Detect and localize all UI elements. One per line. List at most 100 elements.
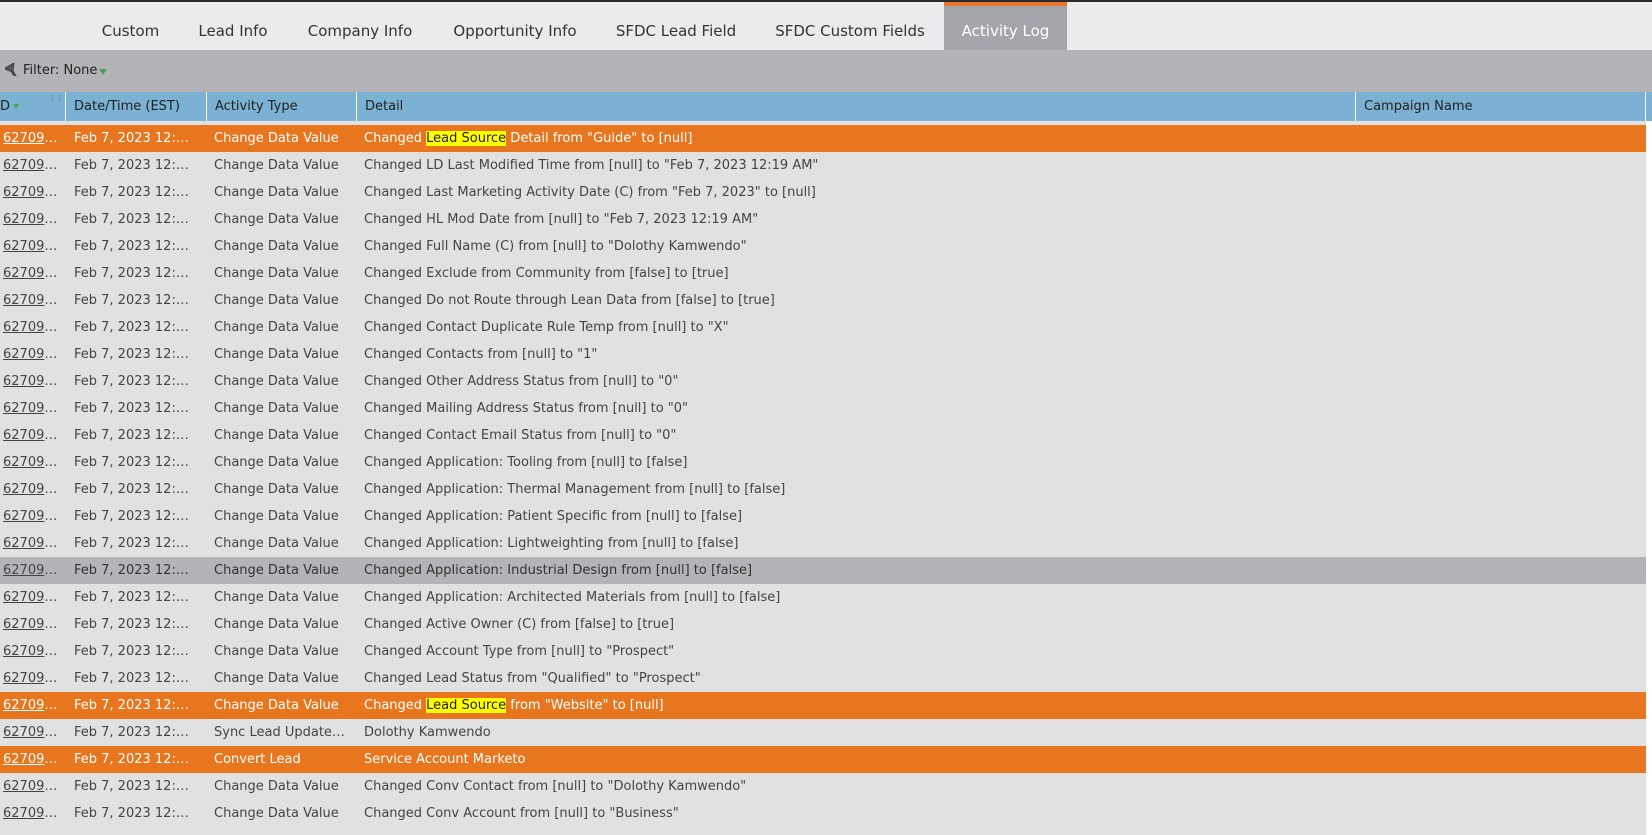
column-header-campaign-name[interactable]: Campaign Name bbox=[1356, 92, 1646, 121]
table-row[interactable]: 62709470 Feb 7, 2023 12:23 ... Change Data… bbox=[0, 422, 1646, 449]
table-row[interactable]: 62709476 Feb 7, 2023 12:23 ... Change Data… bbox=[0, 260, 1646, 287]
tab-opportunity-info[interactable]: Opportunity Info bbox=[434, 2, 596, 50]
row-datetime: Feb 7, 2023 12:23 ... bbox=[74, 698, 196, 713]
table-row[interactable]: 62709473 Feb 7, 2023 12:23 ... Change Data… bbox=[0, 341, 1646, 368]
row-id-link[interactable]: 62709469 bbox=[3, 449, 63, 476]
row-detail-text: Changed Active Owner (C) from [false] to… bbox=[364, 617, 675, 632]
row-id-link[interactable]: 62709466 bbox=[3, 530, 63, 557]
row-datetime: Feb 7, 2023 12:23 ... bbox=[74, 131, 196, 146]
table-row[interactable]: 62709436 Feb 7, 2023 12:23 ... Change Data… bbox=[0, 773, 1646, 800]
row-campaign-name bbox=[1364, 584, 1644, 611]
row-activity-type: Convert Lead bbox=[214, 752, 301, 767]
column-header-datetime[interactable]: Date/Time (EST) bbox=[66, 92, 207, 121]
table-row[interactable]: 62709478 Feb 7, 2023 12:23 ... Change Data… bbox=[0, 206, 1646, 233]
table-row[interactable]: 62709480 Feb 7, 2023 12:23 ... Change Data… bbox=[0, 152, 1646, 179]
table-row[interactable]: 62709465 Feb 7, 2023 12:23 ... Change Data… bbox=[0, 557, 1646, 584]
row-datetime: Feb 7, 2023 12:23 ... bbox=[74, 644, 196, 659]
table-row[interactable]: 62709474 Feb 7, 2023 12:23 ... Change Data… bbox=[0, 314, 1646, 341]
row-id-link[interactable]: 62709471 bbox=[3, 395, 63, 422]
row-id-link[interactable]: 62709460 bbox=[3, 692, 63, 719]
table-row[interactable]: 62709438 Feb 7, 2023 12:23 ... Convert Lea… bbox=[0, 746, 1646, 773]
table-row[interactable]: 62709461 Feb 7, 2023 12:23 ... Change Data… bbox=[0, 665, 1646, 692]
table-row[interactable]: 62709434 Feb 7, 2023 12:23 ... Change Data… bbox=[0, 800, 1646, 827]
tab-activity-log[interactable]: Activity Log bbox=[944, 2, 1067, 50]
row-id-link[interactable]: 62709472 bbox=[3, 368, 63, 395]
filter-bar: Filter: None bbox=[0, 50, 1652, 92]
table-row[interactable]: 62709477 Feb 7, 2023 12:23 ... Change Data… bbox=[0, 233, 1646, 260]
row-campaign-name bbox=[1364, 368, 1644, 395]
table-row[interactable]: 62709469 Feb 7, 2023 12:23 ... Change Data… bbox=[0, 449, 1646, 476]
tab-lead-info[interactable]: Lead Info bbox=[180, 2, 286, 50]
table-row[interactable]: 62709481 Feb 7, 2023 12:23 ... Change Data… bbox=[0, 125, 1646, 152]
row-detail-text: Changed Application: Industrial Design f… bbox=[364, 563, 753, 578]
tab-custom[interactable]: Custom bbox=[81, 2, 180, 50]
row-activity-type: Change Data Value bbox=[214, 428, 339, 443]
column-resize-handle[interactable]: ⋮⋮ bbox=[49, 95, 63, 102]
row-activity-type: Change Data Value bbox=[214, 563, 339, 578]
table-row[interactable]: 62709460 Feb 7, 2023 12:23 ... Change Data… bbox=[0, 692, 1646, 719]
row-detail-text: Dolothy Kamwendo bbox=[364, 725, 491, 740]
column-header-detail[interactable]: Detail bbox=[357, 92, 1356, 121]
row-detail: Changed Account Type from [null] to "Pro… bbox=[364, 638, 1334, 665]
row-id-link[interactable]: 62709434 bbox=[3, 800, 63, 827]
table-row[interactable]: 62709466 Feb 7, 2023 12:23 ... Change Data… bbox=[0, 530, 1646, 557]
row-detail: Changed Contact Email Status from [null]… bbox=[364, 422, 1334, 449]
row-id-link[interactable]: 62709463 bbox=[3, 611, 63, 638]
table-row[interactable]: 62709463 Feb 7, 2023 12:23 ... Change Data… bbox=[0, 611, 1646, 638]
row-id-link[interactable]: 62709475 bbox=[3, 287, 63, 314]
row-id-link[interactable]: 62709468 bbox=[3, 476, 63, 503]
row-detail: Changed Mailing Address Status from [nul… bbox=[364, 395, 1334, 422]
row-campaign-name bbox=[1364, 719, 1644, 746]
row-datetime: Feb 7, 2023 12:23 ... bbox=[74, 779, 196, 794]
row-detail: Changed Application: Architected Materia… bbox=[364, 584, 1334, 611]
row-detail-text: Changed Full Name (C) from [null] to "Do… bbox=[364, 239, 747, 254]
row-id-link[interactable]: 62709465 bbox=[3, 557, 63, 584]
row-id-link[interactable]: 62709479 bbox=[3, 179, 63, 206]
row-detail: Changed Application: Thermal Management … bbox=[364, 476, 1334, 503]
row-id-link[interactable]: 62709478 bbox=[3, 206, 63, 233]
row-campaign-name bbox=[1364, 206, 1644, 233]
row-datetime: Feb 7, 2023 12:23 ... bbox=[74, 158, 196, 173]
table-row[interactable]: 62709468 Feb 7, 2023 12:23 ... Change Data… bbox=[0, 476, 1646, 503]
table-row[interactable]: 62709467 Feb 7, 2023 12:23 ... Change Data… bbox=[0, 503, 1646, 530]
row-id-link[interactable]: 62709462 bbox=[3, 638, 63, 665]
row-datetime: Feb 7, 2023 12:23 ... bbox=[74, 455, 196, 470]
funnel-icon[interactable] bbox=[5, 63, 19, 79]
table-row[interactable]: 62709475 Feb 7, 2023 12:23 ... Change Data… bbox=[0, 287, 1646, 314]
grid-header: D ⋮⋮ Date/Time (EST) Activity Type Detai… bbox=[0, 92, 1652, 121]
row-datetime: Feb 7, 2023 12:23 ... bbox=[74, 482, 196, 497]
row-id-link[interactable]: 62709470 bbox=[3, 422, 63, 449]
table-row[interactable]: 62709462 Feb 7, 2023 12:23 ... Change Data… bbox=[0, 638, 1646, 665]
row-activity-type: Change Data Value bbox=[214, 779, 339, 794]
table-row[interactable]: 62709464 Feb 7, 2023 12:23 ... Change Data… bbox=[0, 584, 1646, 611]
row-activity-type: Change Data Value bbox=[214, 158, 339, 173]
row-detail: Changed Lead Status from "Qualified" to … bbox=[364, 665, 1334, 692]
row-id-link[interactable]: 62709464 bbox=[3, 584, 63, 611]
table-row[interactable]: 62709479 Feb 7, 2023 12:23 ... Change Data… bbox=[0, 179, 1646, 206]
row-datetime: Feb 7, 2023 12:23 ... bbox=[74, 239, 196, 254]
table-row[interactable]: 62709471 Feb 7, 2023 12:23 ... Change Data… bbox=[0, 395, 1646, 422]
row-id-link[interactable]: 62709467 bbox=[3, 503, 63, 530]
tab-company-info[interactable]: Company Info bbox=[286, 2, 434, 50]
row-id-link[interactable]: 62709476 bbox=[3, 260, 63, 287]
row-id-link[interactable]: 62709477 bbox=[3, 233, 63, 260]
chevron-down-icon[interactable] bbox=[99, 69, 107, 75]
filter-label[interactable]: Filter: None bbox=[23, 63, 97, 78]
row-datetime: Feb 7, 2023 12:23 ... bbox=[74, 185, 196, 200]
row-id-link[interactable]: 62709438 bbox=[3, 746, 63, 773]
row-id-link[interactable]: 62709474 bbox=[3, 314, 63, 341]
row-id-link[interactable]: 62709480 bbox=[3, 152, 63, 179]
row-id-link[interactable]: 62709461 bbox=[3, 665, 63, 692]
column-header-activity-type[interactable]: Activity Type bbox=[207, 92, 357, 121]
row-campaign-name bbox=[1364, 503, 1644, 530]
row-detail-text: Changed Mailing Address Status from [nul… bbox=[364, 401, 689, 416]
tab-sfdc-lead-field[interactable]: SFDC Lead Field bbox=[596, 2, 756, 50]
table-row[interactable]: 62709472 Feb 7, 2023 12:23 ... Change Data… bbox=[0, 368, 1646, 395]
row-id-link[interactable]: 62709473 bbox=[3, 341, 63, 368]
row-id-link[interactable]: 62709455 bbox=[3, 719, 63, 746]
table-row[interactable]: 62709455 Feb 7, 2023 12:23 ... Sync Lead U… bbox=[0, 719, 1646, 746]
column-header-id[interactable]: D ⋮⋮ bbox=[0, 92, 66, 121]
row-id-link[interactable]: 62709436 bbox=[3, 773, 63, 800]
tab-sfdc-custom-fields[interactable]: SFDC Custom Fields bbox=[756, 2, 944, 50]
row-id-link[interactable]: 62709481 bbox=[3, 125, 63, 152]
